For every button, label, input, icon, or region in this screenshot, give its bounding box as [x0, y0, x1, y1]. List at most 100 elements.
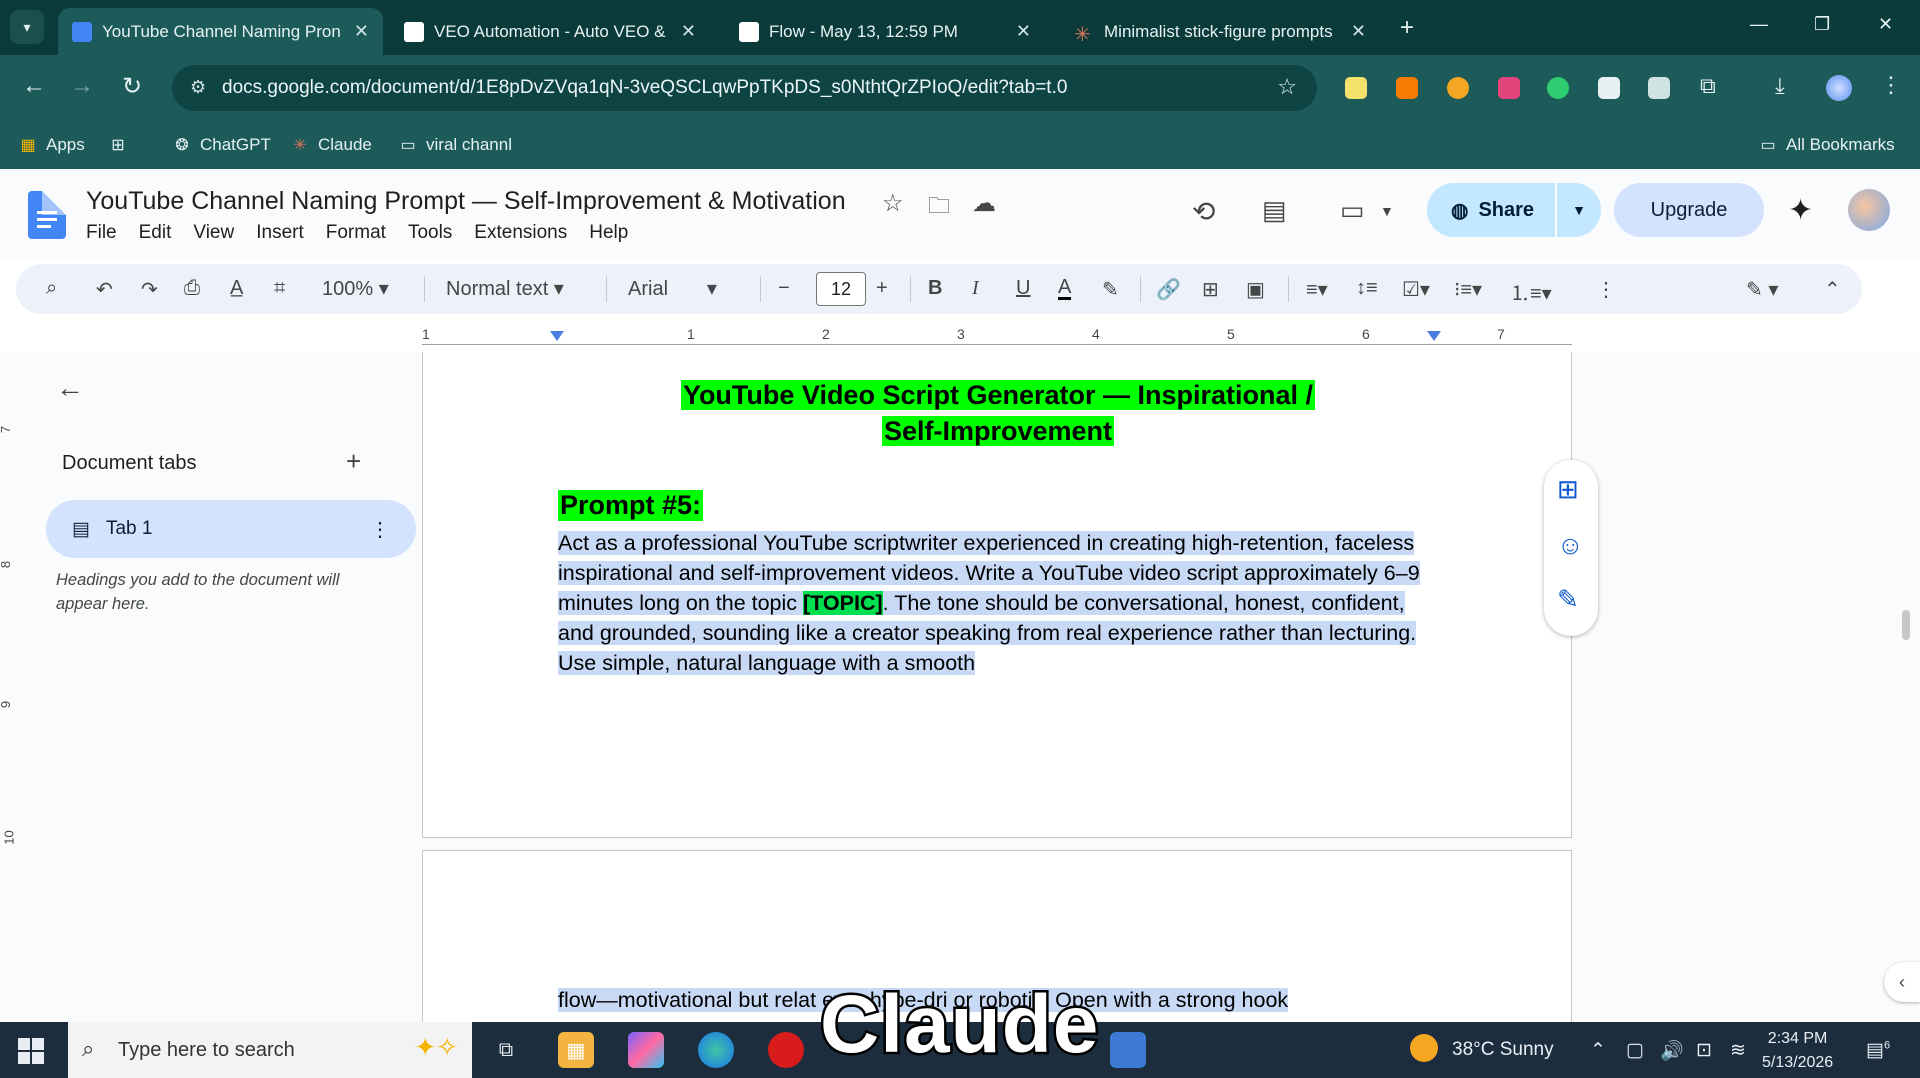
- increase-font-size-button[interactable]: +: [876, 277, 888, 300]
- zoom-select[interactable]: 100% ▾: [322, 276, 389, 301]
- browser-tab-docs[interactable]: YouTube Channel Naming Pron ✕: [58, 8, 383, 55]
- account-avatar[interactable]: [1848, 189, 1890, 231]
- back-button[interactable]: ←: [22, 72, 46, 100]
- suggest-edits-icon[interactable]: ✎: [1557, 584, 1579, 615]
- scrollbar-thumb[interactable]: [1902, 610, 1910, 640]
- menu-extensions[interactable]: Extensions: [474, 222, 567, 244]
- network-icon[interactable]: ⊡: [1696, 1039, 1712, 1062]
- extension-slides-icon[interactable]: [1396, 77, 1418, 99]
- bookmark-claude[interactable]: ✳ Claude: [290, 135, 372, 155]
- search-menus-icon[interactable]: ⌕: [46, 277, 57, 300]
- editing-mode-icon[interactable]: ✎ ▾: [1746, 277, 1778, 302]
- taskbar-search-input[interactable]: ⌕ Type here to search ✦✧: [68, 1022, 472, 1078]
- profile-avatar[interactable]: [1826, 75, 1852, 101]
- weather-text[interactable]: 38°C Sunny: [1452, 1039, 1554, 1061]
- document-title[interactable]: YouTube Channel Naming Prompt — Self-Imp…: [86, 187, 846, 216]
- spellcheck-icon[interactable]: A̲: [230, 277, 243, 300]
- italic-icon[interactable]: I: [972, 277, 979, 300]
- paragraph-style-select[interactable]: Normal text ▾: [446, 276, 564, 301]
- decrease-font-size-button[interactable]: −: [778, 277, 790, 300]
- share-button[interactable]: ◍ Share: [1427, 183, 1555, 237]
- undo-icon[interactable]: ↶: [96, 277, 113, 302]
- version-history-icon[interactable]: ⟲: [1192, 195, 1215, 228]
- edge-icon[interactable]: [698, 1032, 734, 1068]
- collapse-toolbar-icon[interactable]: ⌃: [1824, 277, 1841, 302]
- star-icon[interactable]: ☆: [882, 189, 904, 218]
- redo-icon[interactable]: ↷: [141, 277, 158, 302]
- menu-file[interactable]: File: [86, 222, 117, 244]
- bold-icon[interactable]: B: [928, 277, 942, 300]
- extensions-puzzle-icon[interactable]: ⧉: [1700, 73, 1722, 98]
- left-indent-marker[interactable]: [550, 331, 564, 341]
- extension-moon-icon[interactable]: [1447, 77, 1469, 99]
- menu-help[interactable]: Help: [589, 222, 628, 244]
- highlight-color-icon[interactable]: ✎: [1102, 277, 1119, 302]
- cloud-status-icon[interactable]: ☁: [972, 189, 996, 218]
- windows-start-icon[interactable]: [18, 1038, 44, 1064]
- share-dropdown-button[interactable]: ▼: [1557, 183, 1601, 237]
- tab-options-icon[interactable]: ⋮: [370, 517, 390, 542]
- browser-tab-claude[interactable]: ✳ Minimalist stick-figure prompts ✕: [1060, 8, 1380, 55]
- extension-screenshot-icon[interactable]: [1648, 77, 1670, 99]
- menu-insert[interactable]: Insert: [256, 222, 304, 244]
- close-icon[interactable]: ✕: [1016, 21, 1031, 42]
- gemini-icon[interactable]: ✦: [1788, 193, 1813, 228]
- extension-download-icon[interactable]: [1598, 77, 1620, 99]
- reload-button[interactable]: ↻: [122, 72, 142, 101]
- menu-view[interactable]: View: [193, 222, 234, 244]
- close-icon[interactable]: ✕: [1351, 21, 1366, 42]
- minimize-button[interactable]: —: [1750, 14, 1768, 35]
- numbered-list-icon[interactable]: ⒈≡▾: [1510, 277, 1552, 306]
- add-comment-icon[interactable]: ⊞: [1557, 474, 1579, 505]
- menu-tools[interactable]: Tools: [408, 222, 452, 244]
- all-bookmarks[interactable]: ▭ All Bookmarks: [1758, 135, 1894, 155]
- bookmark-apps[interactable]: ▦ Apps: [18, 135, 84, 155]
- line-spacing-icon[interactable]: ↕≡: [1356, 277, 1378, 300]
- more-options-icon[interactable]: ⋮: [1596, 277, 1616, 302]
- print-icon[interactable]: ⎙: [184, 277, 200, 300]
- extension-notes-icon[interactable]: [1345, 77, 1367, 99]
- bookmark-tab-groups[interactable]: ⊞: [108, 135, 128, 155]
- insert-image-icon[interactable]: ▣: [1246, 277, 1265, 302]
- comments-icon[interactable]: ▤: [1262, 195, 1287, 226]
- font-size-input[interactable]: 12: [816, 272, 866, 306]
- side-panel-toggle[interactable]: ‹: [1884, 962, 1920, 1002]
- text-color-icon[interactable]: A: [1058, 277, 1072, 300]
- menu-edit[interactable]: Edit: [139, 222, 172, 244]
- extension-shield-icon[interactable]: [1498, 77, 1520, 99]
- copilot-icon[interactable]: [628, 1032, 664, 1068]
- close-window-button[interactable]: ✕: [1878, 14, 1893, 35]
- add-comment-icon[interactable]: ⊞: [1202, 277, 1219, 302]
- browser-tab-flow[interactable]: Flow - May 13, 12:59 PM ✕: [725, 8, 1045, 55]
- add-tab-button[interactable]: +: [346, 446, 361, 477]
- chevron-down-icon[interactable]: ▼: [1380, 203, 1394, 219]
- chrome-window-icon[interactable]: [1110, 1032, 1146, 1068]
- bookmark-star-icon[interactable]: ☆: [1277, 74, 1297, 100]
- extension-grammarly-icon[interactable]: [1547, 77, 1569, 99]
- volume-icon[interactable]: 🔊: [1660, 1039, 1684, 1063]
- downloads-icon[interactable]: ⤓: [1775, 73, 1797, 98]
- bookmark-chatgpt[interactable]: ❂ ChatGPT: [172, 135, 271, 155]
- new-tab-button[interactable]: +: [1400, 14, 1414, 42]
- notifications-icon[interactable]: ▤6: [1866, 1039, 1890, 1062]
- emoji-reaction-icon[interactable]: ☺: [1557, 530, 1584, 561]
- browser-menu-icon[interactable]: ⋮: [1880, 72, 1902, 97]
- wifi-icon[interactable]: ≋: [1730, 1039, 1746, 1062]
- bulleted-list-icon[interactable]: ⁝≡▾: [1454, 277, 1482, 302]
- browser-tab-veo[interactable]: VEO Automation - Auto VEO & ✕: [390, 8, 710, 55]
- meet-icon[interactable]: ▭: [1340, 195, 1365, 226]
- system-clock[interactable]: 2:34 PM 5/13/2026: [1762, 1027, 1833, 1075]
- document-page[interactable]: YouTube Video Script Generator — Inspira…: [422, 352, 1572, 838]
- meet-now-icon[interactable]: ▢: [1626, 1039, 1644, 1062]
- url-field[interactable]: ⚙ docs.google.com/document/d/1E8pDvZVqa1…: [172, 65, 1317, 111]
- bookmark-folder-viral[interactable]: ▭ viral channl: [398, 135, 512, 155]
- font-select[interactable]: Arial ▾: [628, 276, 717, 301]
- underline-icon[interactable]: U: [1016, 277, 1030, 300]
- checklist-icon[interactable]: ☑▾: [1402, 277, 1430, 302]
- close-icon[interactable]: ✕: [354, 21, 369, 42]
- opera-icon[interactable]: [768, 1032, 804, 1068]
- align-icon[interactable]: ≡▾: [1306, 277, 1328, 302]
- paint-format-icon[interactable]: ⌗: [274, 277, 285, 300]
- task-view-icon[interactable]: ⧉: [488, 1032, 524, 1068]
- move-folder-icon[interactable]: 🗀: [928, 189, 950, 227]
